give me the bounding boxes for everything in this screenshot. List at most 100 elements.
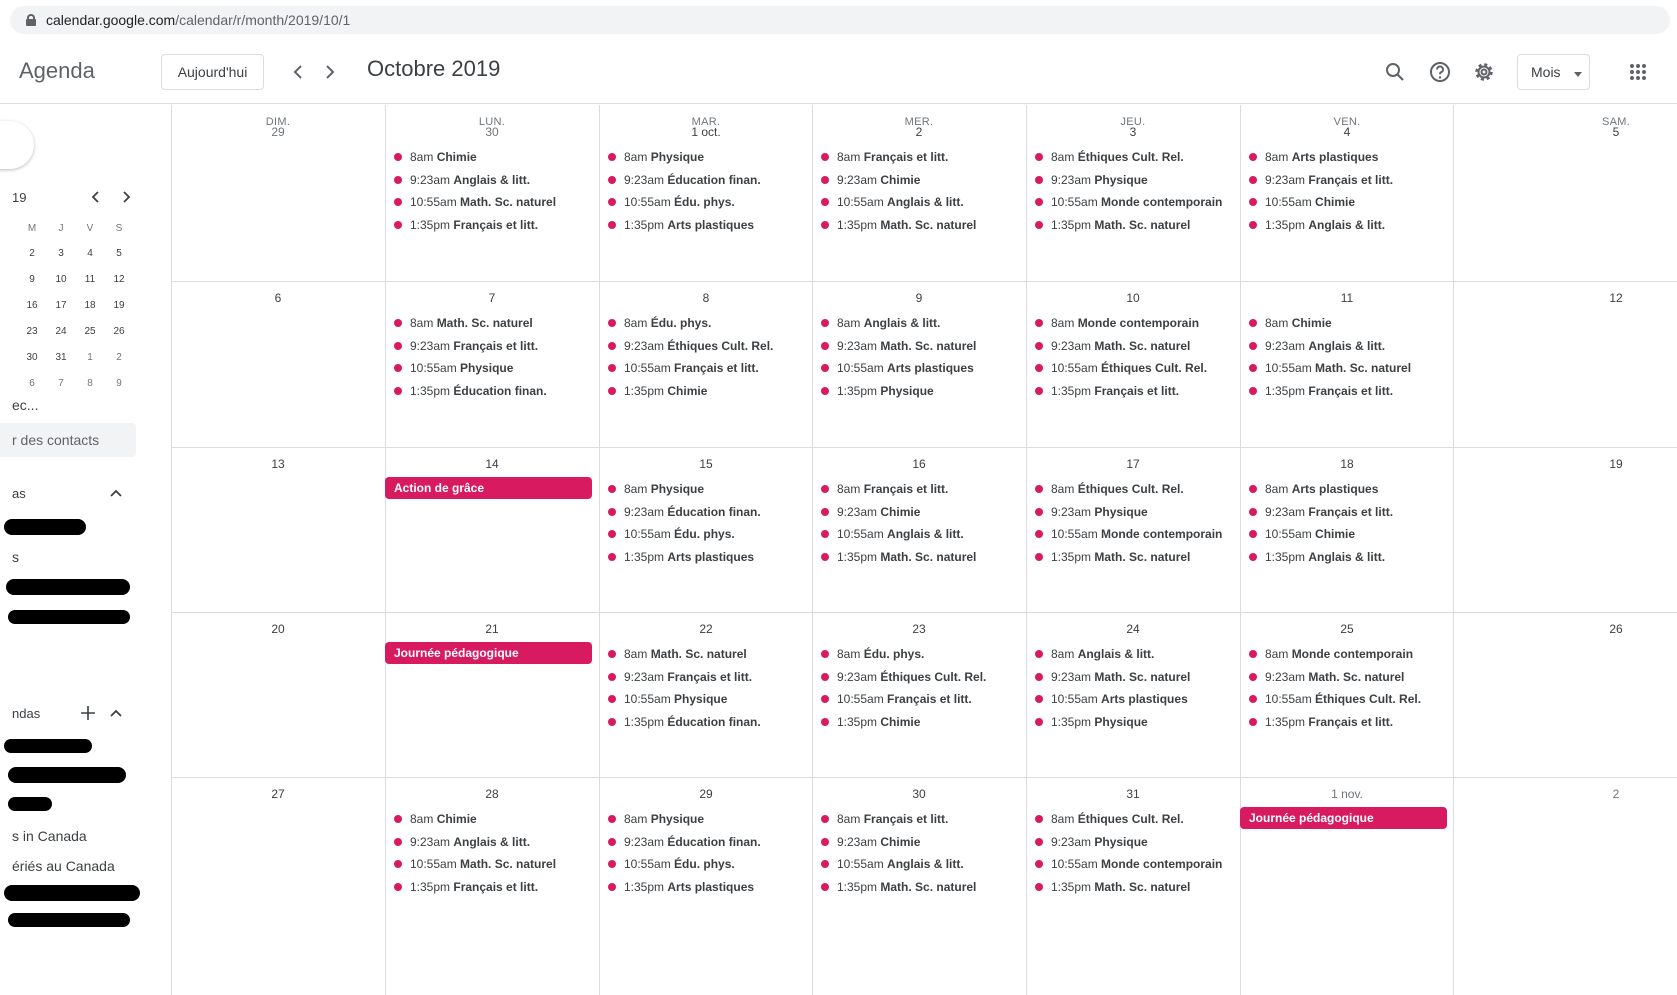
day-cell[interactable]: 14 Action de grâce <box>385 448 599 613</box>
day-number[interactable]: 13 <box>238 457 318 471</box>
event-chip[interactable]: 1:35pm Physique <box>815 381 1021 401</box>
mini-calendar-day[interactable]: 10 <box>49 274 73 285</box>
day-number[interactable]: 6 <box>238 291 318 305</box>
day-number[interactable]: 19 <box>1576 457 1656 471</box>
event-chip[interactable]: 1:35pm Éducation finan. <box>388 381 594 401</box>
day-number[interactable]: 14 <box>452 457 532 471</box>
create-button[interactable] <box>0 121 34 169</box>
event-chip[interactable]: 10:55am Éthiques Cult. Rel. <box>1029 358 1235 378</box>
day-number[interactable]: 2 <box>1576 787 1656 801</box>
mini-calendar-day[interactable]: 2 <box>107 352 131 363</box>
day-cell[interactable]: 10 8am Monde contemporain 9:23am Math. Sc.… <box>1026 282 1240 447</box>
event-chip[interactable]: 10:55am Math. Sc. naturel <box>1243 358 1449 378</box>
day-number[interactable]: 30 <box>879 787 959 801</box>
event-chip[interactable]: 9:23am Français et litt. <box>602 667 808 687</box>
day-cell[interactable]: 17 8am Éthiques Cult. Rel. 9:23am Physique… <box>1026 448 1240 613</box>
day-cell[interactable]: 26 <box>1453 613 1667 778</box>
event-chip[interactable]: 1:35pm Français et litt. <box>1029 381 1235 401</box>
event-chip[interactable]: 9:23am Math. Sc. naturel <box>815 336 1021 356</box>
event-chip[interactable]: 9:23am Chimie <box>815 832 1021 852</box>
day-cell[interactable]: 21 Journée pédagogique <box>385 613 599 778</box>
event-chip[interactable]: 10:55am Physique <box>388 358 594 378</box>
day-cell[interactable]: 18 8am Arts plastiques 9:23am Français et … <box>1240 448 1454 613</box>
mini-calendar-day[interactable]: 9 <box>107 378 131 389</box>
event-chip[interactable]: 8am Physique <box>602 147 808 167</box>
event-chip[interactable]: 1:35pm Français et litt. <box>1243 381 1449 401</box>
day-number[interactable]: 12 <box>1576 291 1656 305</box>
event-chip[interactable]: 10:55am Chimie <box>1243 524 1449 544</box>
event-chip[interactable]: 9:23am Chimie <box>815 502 1021 522</box>
event-chip[interactable]: 1:35pm Anglais & litt. <box>1243 547 1449 567</box>
event-chip[interactable]: 1:35pm Français et litt. <box>1243 712 1449 732</box>
search-button[interactable] <box>1379 56 1411 88</box>
event-chip[interactable]: 8am Chimie <box>1243 313 1449 333</box>
day-cell[interactable]: 23 8am Édu. phys. 9:23am Éthiques Cult. Re… <box>812 613 1026 778</box>
day-cell[interactable]: 9 8am Anglais & litt. 9:23am Math. Sc. nat… <box>812 282 1026 447</box>
day-cell[interactable]: 19 <box>1453 448 1667 613</box>
mini-calendar-day[interactable]: 12 <box>107 274 131 285</box>
event-chip[interactable]: 9:23am Éducation finan. <box>602 832 808 852</box>
day-number[interactable]: 9 <box>879 291 959 305</box>
event-chip[interactable]: 1:35pm Math. Sc. naturel <box>1029 877 1235 897</box>
event-chip[interactable]: 10:55am Monde contemporain <box>1029 854 1235 874</box>
event-chip[interactable]: 1:35pm Arts plastiques <box>602 547 808 567</box>
day-number[interactable]: 17 <box>1093 457 1173 471</box>
day-number[interactable]: 24 <box>1093 622 1173 636</box>
calendar-item[interactable]: ériés au Canada <box>12 858 115 874</box>
event-chip[interactable]: 8am Éthiques Cult. Rel. <box>1029 147 1235 167</box>
mini-calendar-day[interactable]: 8 <box>78 378 102 389</box>
mini-calendar-day[interactable]: 3 <box>49 248 73 259</box>
event-chip[interactable]: 8am Physique <box>602 809 808 829</box>
day-number[interactable]: 2 <box>879 125 959 139</box>
day-cell[interactable]: 30 8am Français et litt. 9:23am Chimie 10:5… <box>812 778 1026 943</box>
url-text[interactable]: calendar.google.com/calendar/r/month/201… <box>46 12 350 28</box>
apps-button[interactable] <box>1622 56 1654 88</box>
next-month-button[interactable] <box>316 58 344 86</box>
day-cell[interactable]: 3 8am Éthiques Cult. Rel. 9:23am Physique 1… <box>1026 105 1240 270</box>
day-cell[interactable]: 31 8am Éthiques Cult. Rel. 9:23am Physique… <box>1026 778 1240 943</box>
day-number[interactable]: 26 <box>1576 622 1656 636</box>
day-cell[interactable]: 25 8am Monde contemporain 9:23am Math. Sc.… <box>1240 613 1454 778</box>
day-cell[interactable]: 1 oct. 8am Physique 9:23am Éducation finan… <box>599 105 813 270</box>
event-chip[interactable]: 9:23am Math. Sc. naturel <box>1243 667 1449 687</box>
event-chip[interactable]: 10:55am Chimie <box>1243 192 1449 212</box>
event-chip[interactable]: 9:23am Physique <box>1029 502 1235 522</box>
event-chip[interactable]: 10:55am Monde contemporain <box>1029 524 1235 544</box>
day-cell[interactable]: 16 8am Français et litt. 9:23am Chimie 10:5… <box>812 448 1026 613</box>
event-chip[interactable]: 10:55am Physique <box>602 689 808 709</box>
day-number[interactable]: 4 <box>1307 125 1387 139</box>
event-chip[interactable]: 8am Arts plastiques <box>1243 479 1449 499</box>
day-cell[interactable]: 8 8am Édu. phys. 9:23am Éthiques Cult. Rel… <box>599 282 813 447</box>
mini-calendar-next-button[interactable] <box>116 187 136 207</box>
mini-calendar-day[interactable]: 30 <box>20 352 44 363</box>
view-switcher[interactable]: Mois <box>1517 54 1590 90</box>
event-chip[interactable]: 10:55am Éthiques Cult. Rel. <box>1243 689 1449 709</box>
mini-calendar-day[interactable]: 2 <box>20 248 44 259</box>
event-chip[interactable]: 9:23am Physique <box>1029 170 1235 190</box>
event-chip[interactable]: 8am Édu. phys. <box>815 644 1021 664</box>
mini-calendar-day[interactable]: 16 <box>20 300 44 311</box>
event-chip[interactable]: 9:23am Physique <box>1029 832 1235 852</box>
calendar-item[interactable]: s in Canada <box>12 828 87 844</box>
my-calendars-title[interactable]: as <box>12 486 26 501</box>
day-number[interactable]: 8 <box>666 291 746 305</box>
event-chip[interactable]: 8am Math. Sc. naturel <box>388 313 594 333</box>
event-chip[interactable]: 8am Monde contemporain <box>1029 313 1235 333</box>
today-button[interactable]: Aujourd'hui <box>161 54 264 90</box>
mini-calendar-day[interactable]: 24 <box>49 326 73 337</box>
mini-calendar-day[interactable]: 26 <box>107 326 131 337</box>
mini-calendar-day[interactable]: 5 <box>107 248 131 259</box>
event-chip[interactable]: 9:23am Éthiques Cult. Rel. <box>602 336 808 356</box>
event-chip[interactable]: 9:23am Éducation finan. <box>602 170 808 190</box>
event-chip[interactable]: 10:55am Arts plastiques <box>815 358 1021 378</box>
address-box[interactable]: calendar.google.com/calendar/r/month/201… <box>10 6 1670 34</box>
event-chip[interactable]: 1:35pm Math. Sc. naturel <box>815 877 1021 897</box>
help-button[interactable] <box>1424 56 1456 88</box>
mini-calendar-day[interactable]: 4 <box>78 248 102 259</box>
day-cell[interactable]: 29 8am Physique 9:23am Éducation finan. 10:… <box>599 778 813 943</box>
settings-button[interactable] <box>1468 56 1500 88</box>
day-cell[interactable]: 1 nov. Journée pédagogique <box>1240 778 1454 943</box>
event-chip[interactable]: 10:55am Monde contemporain <box>1029 192 1235 212</box>
event-chip[interactable]: 1:35pm Français et litt. <box>388 877 594 897</box>
day-number[interactable]: 31 <box>1093 787 1173 801</box>
